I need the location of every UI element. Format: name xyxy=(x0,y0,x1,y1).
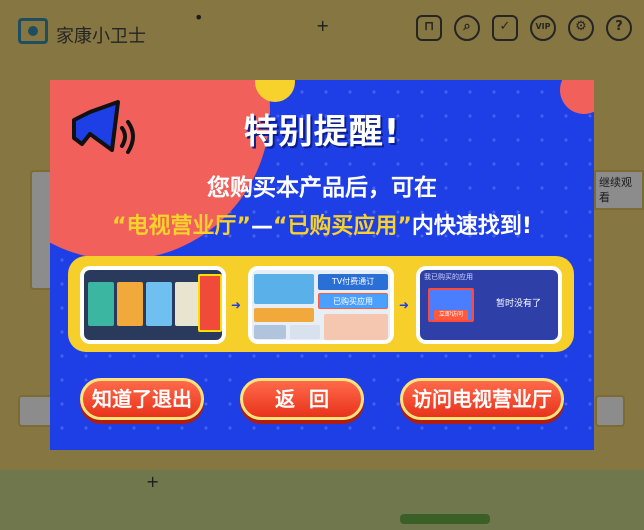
arrow-right-icon: ➜ xyxy=(231,298,242,312)
tv-hall-highlight: “电视营业厅” xyxy=(112,214,251,239)
dash: — xyxy=(250,214,273,239)
step-screenshot-image xyxy=(84,270,222,340)
arrow-right-icon: ➜ xyxy=(399,298,410,312)
step-screenshot-3: 我已购买的应用 立即访问 暂时没有了 xyxy=(416,266,562,344)
visit-tv-hall-button[interactable]: 访问电视营业厅 xyxy=(400,378,564,420)
purchased-header: 我已购买的应用 xyxy=(424,273,473,281)
exit-button[interactable]: 知道了退出 xyxy=(80,378,204,420)
visit-now-label: 立即访问 xyxy=(434,310,468,320)
step-screenshot-1 xyxy=(80,266,226,344)
line2-tail: 内快速找到! xyxy=(411,214,532,239)
purchased-apps-label: 已购买应用 xyxy=(318,293,388,309)
step-screenshot-image: TV付费通订 已购买应用 xyxy=(252,270,390,340)
tv-pay-label: TV付费通订 xyxy=(318,274,388,290)
step-screenshot-2: TV付费通订 已购买应用 xyxy=(248,266,394,344)
dialog-title: 特别提醒! xyxy=(243,112,401,152)
reminder-dialog: 特别提醒! 您购买本产品后，可在 “电视营业厅”—“已购买应用”内快速找到! ➜… xyxy=(50,80,594,450)
back-button[interactable]: 返回 xyxy=(240,378,364,420)
dialog-message-line1: 您购买本产品后，可在 xyxy=(207,175,437,201)
step-screenshot-image: 我已购买的应用 立即访问 暂时没有了 xyxy=(420,270,558,340)
purchased-apps-highlight: “已购买应用” xyxy=(272,214,412,239)
instruction-steps: ➜ TV付费通订 已购买应用 ➜ 我已购买的应用 立即访问 暂时没有了 xyxy=(68,256,574,352)
dialog-message-line2: “电视营业厅”—“已购买应用”内快速找到! xyxy=(50,208,594,240)
nothing-left-label: 暂时没有了 xyxy=(496,299,542,309)
